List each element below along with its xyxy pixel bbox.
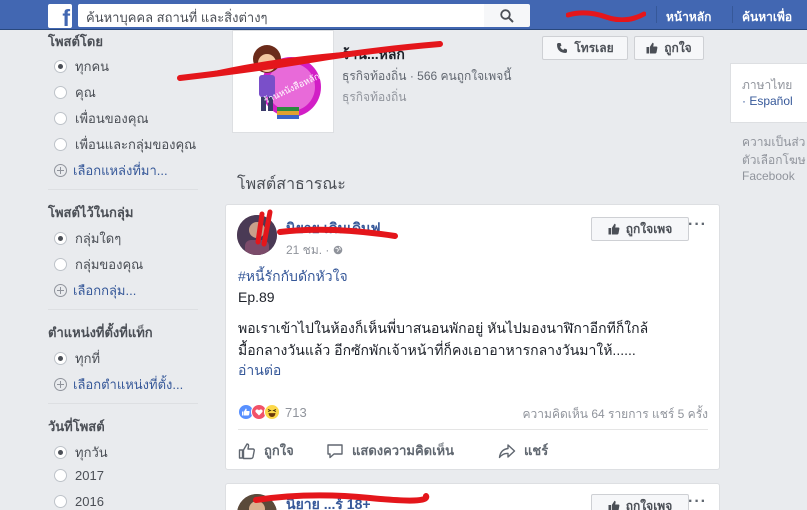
filter-option[interactable]: คุณ: [54, 82, 96, 103]
filter-option[interactable]: 2017: [54, 468, 104, 483]
page-profile-picture[interactable]: ร้านหนังสือหลัก: [232, 30, 334, 133]
radio-selected-icon: [54, 446, 67, 459]
more-options-icon[interactable]: ···: [688, 493, 707, 510]
section-title-public-posts: โพสต์สาธารณะ: [237, 176, 346, 193]
filter-option[interactable]: ทุกวัน: [54, 442, 108, 463]
page-meta: ธุรกิจท้องถิ่น · 566 คนถูกใจเพจนี้: [342, 69, 512, 83]
page-name[interactable]: ร้าน...หลัก: [342, 44, 405, 66]
comment-icon: [327, 443, 343, 458]
language-link[interactable]: · Español: [742, 94, 793, 108]
post-timestamp[interactable]: 21 ชม. ·: [286, 241, 343, 260]
post-author-name[interactable]: นิยาย ...ร์ 18+: [286, 494, 371, 510]
globe-icon: [333, 245, 343, 255]
filter-title-tagged-location: ตำแหน่งที่ตั้งที่แท็ก: [48, 325, 153, 340]
comment-action-button[interactable]: แสดงความคิดเห็น: [326, 440, 454, 461]
top-bar: f ค้นหาบุคคล สถานที่ และสิ่งต่างๆ หน้าหล…: [0, 0, 807, 30]
share-action-button[interactable]: แชร์: [498, 440, 548, 461]
like-page-button[interactable]: ถูกใจเพจ: [591, 494, 689, 510]
search-button[interactable]: [484, 4, 530, 27]
privacy-link[interactable]: ความเป็นส่ว: [742, 133, 805, 152]
radio-icon: [54, 138, 67, 151]
comments-shares-count[interactable]: ความคิดเห็น 64 รายการ แชร์ 5 ครั้ง: [523, 405, 708, 424]
home-link[interactable]: หน้าหลัก: [666, 8, 711, 27]
post-card: นิยาย เดินเดินฟ 21 ชม. · ถูกใจเพจ ··· #ห…: [225, 204, 720, 470]
find-friends-link[interactable]: ค้นหาเพื่อ: [742, 8, 792, 27]
filter-option[interactable]: เพื่อนของคุณ: [54, 108, 149, 129]
post-hashtag-link[interactable]: #หนี้รักกับดักหัวใจ: [238, 266, 348, 288]
filter-option[interactable]: ทุกคน: [54, 56, 109, 77]
read-more-link[interactable]: อ่านต่อ: [238, 360, 281, 382]
post-card: นิยาย ...ร์ 18+ ถูกใจเพจ ···: [225, 483, 720, 510]
facebook-logo-icon[interactable]: f: [48, 4, 72, 28]
choose-location-link[interactable]: เลือกตำแหน่งที่ตั้ง...: [54, 374, 183, 395]
language-current: ภาษาไทย: [742, 78, 793, 92]
reactions-count: 713: [285, 404, 307, 420]
radio-icon: [54, 495, 67, 508]
more-options-icon[interactable]: ···: [688, 216, 707, 234]
choose-source-link[interactable]: เลือกแหล่งที่มา...: [54, 160, 168, 181]
thumbs-up-icon: [608, 223, 620, 235]
filter-title-posted-in-group: โพสต์ไว้ในกลุ่ม: [48, 205, 134, 220]
like-page-button[interactable]: ถูกใจเพจ: [591, 217, 689, 241]
search-input[interactable]: ค้นหาบุคคล สถานที่ และสิ่งต่างๆ: [78, 4, 484, 27]
reactions-summary[interactable]: 713: [238, 404, 307, 420]
share-icon: [498, 443, 516, 458]
radio-icon: [54, 258, 67, 271]
choose-group-link[interactable]: เลือกกลุ่ม...: [54, 280, 136, 301]
filter-title-date-posted: วันที่โพสต์: [48, 419, 105, 434]
reactions-row: 713 ความคิดเห็น 64 รายการ แชร์ 5 ครั้ง: [238, 403, 708, 423]
radio-icon: [54, 86, 67, 99]
post-author-name[interactable]: นิยาย เดินเดินฟ: [286, 218, 381, 240]
thumbs-up-icon: [646, 42, 658, 54]
add-icon: [54, 164, 67, 177]
search-icon: [500, 8, 514, 23]
thumbs-up-icon: [238, 442, 255, 459]
post-text-line: มื้อกลางวันแล้ว อีกซักพักเจ้าหน้าที่ก็คง…: [238, 342, 636, 358]
filter-option[interactable]: กลุ่มใดๆ: [54, 228, 121, 249]
footer-text: Facebook: [742, 169, 795, 183]
thumbs-up-icon: [608, 500, 620, 510]
add-icon: [54, 378, 67, 391]
filter-option[interactable]: กลุ่มของคุณ: [54, 254, 143, 275]
post-author-avatar[interactable]: [237, 215, 277, 255]
post-text-line: พอเราเข้าไปในห้องก็เห็นพี่บาสนอนพักอยู่ …: [238, 320, 649, 336]
radio-selected-icon: [54, 232, 67, 245]
add-icon: [54, 284, 67, 297]
profile-link[interactable]: [565, 8, 647, 25]
filter-option[interactable]: ทุกที่: [54, 348, 100, 369]
filter-option[interactable]: เพื่อนและกลุ่มของคุณ: [54, 134, 196, 155]
radio-selected-icon: [54, 60, 67, 73]
post-author-avatar[interactable]: [237, 494, 277, 510]
like-action-button[interactable]: ถูกใจ: [238, 440, 294, 461]
like-page-button[interactable]: ถูกใจ: [634, 36, 704, 60]
phone-icon: [557, 43, 568, 53]
filter-title-posted-by: โพสต์โดย: [48, 34, 103, 49]
filter-option[interactable]: 2016: [54, 494, 104, 509]
page-category: ธุรกิจท้องถิ่น: [342, 90, 407, 104]
haha-reaction-icon: [264, 404, 280, 420]
post-episode: Ep.89: [238, 289, 275, 305]
radio-icon: [54, 469, 67, 482]
radio-selected-icon: [54, 352, 67, 365]
call-now-button[interactable]: โทรเลย: [542, 36, 628, 60]
ad-choices-link[interactable]: ตัวเลือกโฆษ: [742, 151, 806, 170]
radio-icon: [54, 112, 67, 125]
